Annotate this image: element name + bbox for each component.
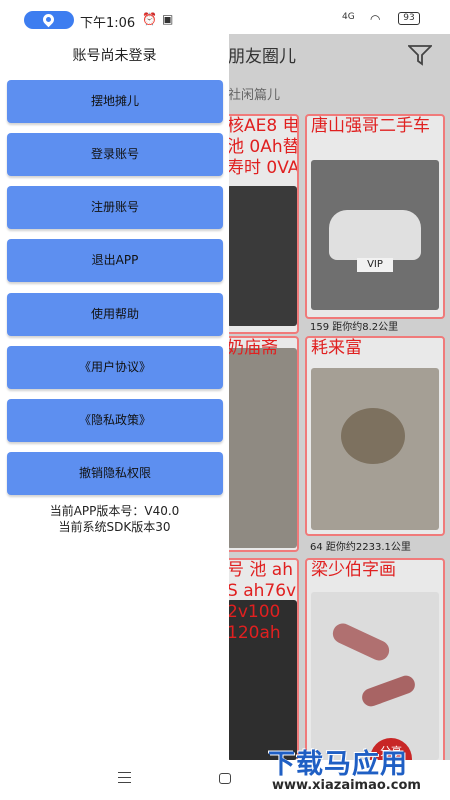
post-card[interactable]: 耗来富: [305, 336, 445, 536]
side-drawer: 账号尚未登录 摆地摊儿 登录账号 注册账号 退出APP 使用帮助 《用户协议》 …: [0, 34, 229, 760]
watermark: 下载马应用 www.xiazaimao.com: [262, 742, 448, 798]
post-title: 唐山强哥二手车: [311, 116, 430, 136]
status-time: 下午1:06: [80, 16, 136, 31]
status-bar: 下午1:06 ⏰ ▣ 4G ◠ 93: [0, 0, 450, 34]
app-version: 当前APP版本号：V40.0: [49, 504, 180, 518]
exit-app-button[interactable]: 退出APP: [7, 239, 223, 282]
post-meta: 64 距你约2233.1公里: [310, 542, 411, 553]
filter-icon[interactable]: [408, 44, 432, 66]
post-card[interactable]: VIP 唐山强哥二手车: [305, 114, 445, 319]
signal-icon: 4G: [342, 12, 355, 22]
location-pin-icon: [40, 11, 57, 28]
post-meta: 159 距你约8.2公里: [310, 322, 399, 333]
stall-button[interactable]: 摆地摊儿: [7, 80, 223, 123]
privacy-policy-button[interactable]: 《隐私政策》: [7, 399, 223, 442]
watermark-text: 下载马应用: [268, 749, 408, 780]
register-button[interactable]: 注册账号: [7, 186, 223, 229]
drawer-title: 账号尚未登录: [72, 48, 157, 64]
bg-page-title: 朋友圈儿: [228, 47, 296, 67]
post-title: 耗来富: [311, 338, 362, 358]
bg-subtitle: 社闲篇儿: [228, 88, 281, 103]
post-title: 号 池 ah S ah76v 2v100 120ah: [227, 560, 297, 643]
post-title: 奶庙斋: [227, 338, 278, 358]
license-plate: VIP: [357, 258, 393, 272]
menu-nav-icon[interactable]: [118, 772, 131, 783]
post-title: 核AE8 电池 0Ah替 寿时 0VA: [227, 116, 299, 178]
home-nav-icon[interactable]: [219, 773, 231, 784]
wifi-icon: ◠: [370, 12, 381, 26]
watermark-url: www.xiazaimao.com: [272, 778, 421, 793]
post-card[interactable]: 梁少伯字画: [305, 558, 445, 764]
post-title: 梁少伯字画: [311, 560, 396, 580]
alarm-icon: ⏰: [142, 12, 157, 26]
battery-icon: 93: [398, 12, 420, 25]
user-agreement-button[interactable]: 《用户协议》: [7, 346, 223, 389]
location-indicator: [24, 11, 74, 29]
help-button[interactable]: 使用帮助: [7, 293, 223, 336]
notification-icon: ▣: [162, 12, 174, 26]
sdk-version: 当前系统SDK版本30: [58, 520, 171, 534]
revoke-privacy-button[interactable]: 撤销隐私权限: [7, 452, 223, 495]
login-button[interactable]: 登录账号: [7, 133, 223, 176]
